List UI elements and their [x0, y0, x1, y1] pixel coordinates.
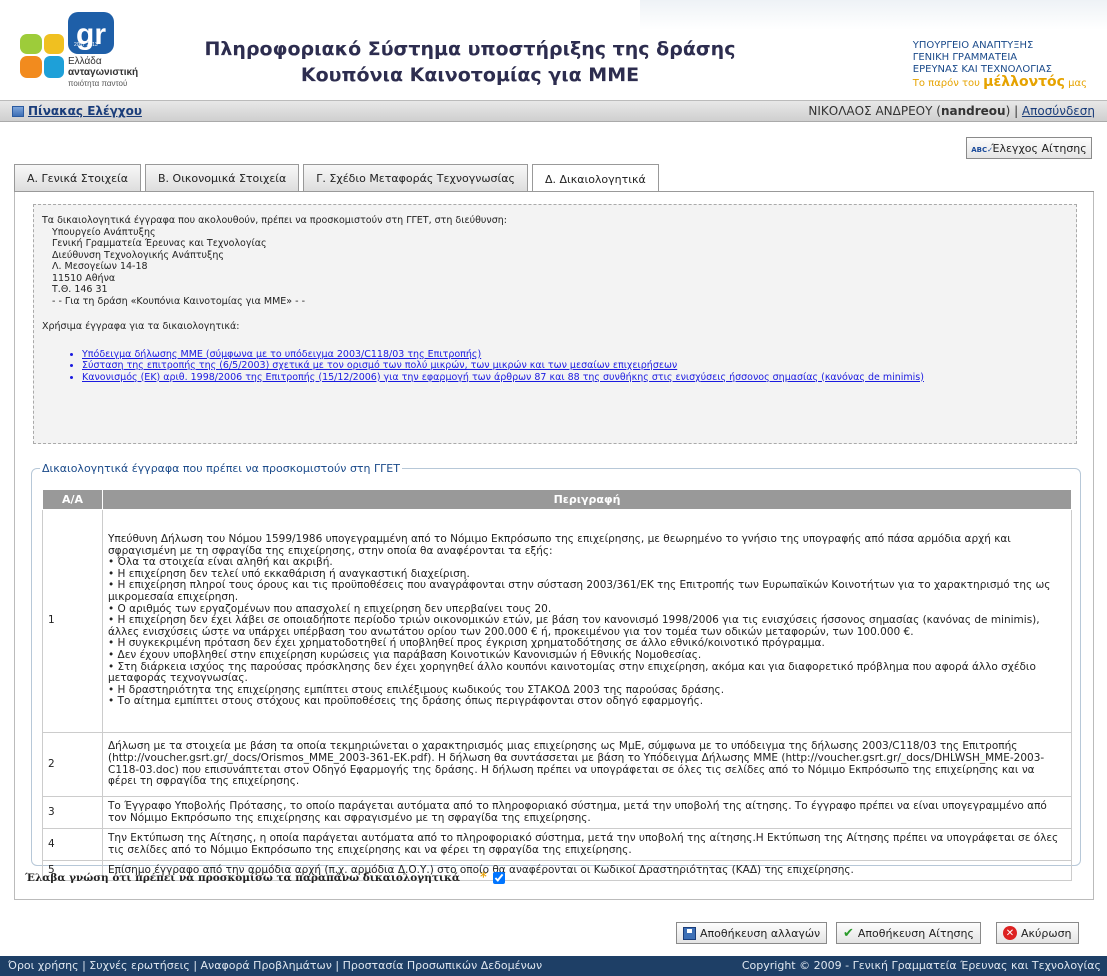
row-desc: Υπεύθυνη Δήλωση του Νόμου 1599/1986 υπογ…: [102, 509, 1072, 733]
cancel-button[interactable]: ✕ Ακύρωση: [996, 922, 1079, 944]
footer-link-terms[interactable]: Όροι χρήσης: [8, 959, 79, 972]
tab-general[interactable]: Α. Γενικά Στοιχεία: [14, 164, 141, 192]
acknowledgement: Έλαβα γνώση ότι πρέπει να προσκομίσω τα …: [25, 870, 505, 885]
useful-doc-link[interactable]: Κανονισμός (ΕΚ) αριθ. 1998/2006 της Επιτ…: [82, 372, 1068, 384]
required-docs-legend: Δικαιολογητικά έγγραφα που πρέπει να προ…: [42, 462, 400, 475]
ministry-line-2: ΓΕΝΙΚΗ ΓΡΑΜΜΑΤΕΙΑ: [912, 52, 1018, 63]
useful-docs-list: Υπόδειγμα δήλωσης ΜΜΕ (σύμφωνα με το υπό…: [42, 349, 1068, 384]
logo-line-2: ανταγωνιστική: [68, 67, 139, 78]
useful-doc-link[interactable]: Σύσταση της επιτροπής της (6/5/2003) σχε…: [82, 360, 1068, 372]
ministry-line-1: ΥΠΟΥΡΓΕΙΟ ΑΝΑΠΤΥΞΗΣ: [912, 40, 1034, 51]
tab-bar: Α. Γενικά Στοιχεία Β. Οικονομικά Στοιχεί…: [14, 164, 663, 193]
row-desc: Το Έγγραφο Υποβολής Πρότασης, το οποίο π…: [102, 796, 1072, 829]
row-num: 3: [42, 796, 103, 829]
save-changes-label: Αποθήκευση αλλαγών: [700, 926, 821, 940]
tagline-prefix: Το παρόν του: [912, 78, 980, 89]
table-header-row: Α/Α Περιγραφή: [42, 489, 1072, 510]
address-block: Υπουργείο Ανάπτυξης Γενική Γραμματεία Έρ…: [42, 227, 1068, 308]
address-line: Λ. Μεσογείων 14-18: [52, 261, 148, 272]
user-info: ΝΙΚΟΛΑΟΣ ΑΝΔΡΕΟΥ (nandreou) | Αποσύνδεση: [808, 104, 1095, 118]
dashboard-icon: [12, 105, 24, 117]
logo-text: Ελλάδα ανταγωνιστική ποιότητα παντού: [68, 56, 138, 89]
checkmark-icon: ✔: [843, 925, 854, 941]
app-title: Πληροφοριακό Σύστημα υποστήριξης της δρά…: [190, 36, 750, 88]
address-line: Διεύθυνση Τεχνολογικής Ανάπτυξης: [52, 249, 224, 261]
info-box: Τα δικαιολογητικά έγγραφα που ακολουθούν…: [33, 204, 1077, 444]
tagline-big: μέλλοντός: [983, 74, 1065, 90]
table-row: 4 Την Εκτύπωση της Αίτησης, η οποία παρά…: [42, 828, 1072, 861]
navbar: Πίνακας Ελέγχου ΝΙΚΟΛΑΟΣ ΑΝΔΡΕΟΥ (nandre…: [0, 100, 1107, 122]
tab-documents[interactable]: Δ. Δικαιολογητικά: [531, 164, 659, 193]
tagline-suffix: μας: [1068, 78, 1087, 89]
tab-transfer-plan[interactable]: Γ. Σχέδιο Μεταφοράς Τεχνογνωσίας: [303, 164, 528, 192]
logo-badge: 2007 2013: [74, 42, 98, 48]
dashboard-label[interactable]: Πίνακας Ελέγχου: [28, 104, 142, 118]
useful-doc-link[interactable]: Υπόδειγμα δήλωσης ΜΜΕ (σύμφωνα με το υπό…: [82, 349, 1068, 361]
footer-copyright: Copyright © 2009 - Γενική Γραμματεία Έρε…: [741, 959, 1101, 972]
logo-line-3: ποιότητα παντού: [68, 79, 128, 88]
table-row: 1 Υπεύθυνη Δήλωση του Νόμου 1599/1986 υπ…: [42, 509, 1072, 733]
header-grid-decoration: [640, 0, 1107, 30]
table-row: 2 Δήλωση με τα στοιχεία με βάση τα οποία…: [42, 732, 1072, 797]
check-application-label: Έλεγχος Αίτησης: [991, 141, 1087, 155]
required-asterisk-icon: *: [479, 870, 487, 885]
footer-link-privacy[interactable]: Προστασία Προσωπικών Δεδομένων: [343, 959, 543, 972]
app-title-line-2: Κουπόνια Καινοτομίας για ΜΜΕ: [300, 64, 640, 86]
required-docs-fieldset: Δικαιολογητικά έγγραφα που πρέπει να προ…: [31, 462, 1081, 881]
dashboard-link[interactable]: Πίνακας Ελέγχου: [12, 104, 142, 118]
col-num-header: Α/Α: [42, 489, 103, 510]
app-title-line-1: Πληροφοριακό Σύστημα υποστήριξης της δρά…: [204, 38, 736, 60]
table-row: 3 Το Έγγραφο Υποβολής Πρότασης, το οποίο…: [42, 796, 1072, 829]
ack-label: Έλαβα γνώση ότι πρέπει να προσκομίσω τα …: [25, 871, 460, 884]
address-line: Υπουργείο Ανάπτυξης: [52, 226, 156, 238]
user-name: ΝΙΚΟΛΑΟΣ ΑΝΔΡΕΟΥ: [808, 104, 933, 118]
row-num: 4: [42, 828, 103, 861]
save-changes-button[interactable]: Αποθήκευση αλλαγών: [676, 922, 828, 944]
footer-link-faq[interactable]: Συχνές ερωτήσεις: [89, 959, 190, 972]
logo-line-1: Ελλάδα: [68, 56, 102, 67]
address-line: 11510 Αθήνα: [52, 272, 116, 284]
ack-checkbox[interactable]: [492, 871, 505, 884]
page-header: gr 2007 2013 Ελλάδα ανταγωνιστική ποιότη…: [0, 0, 1107, 100]
row-num: 1: [42, 509, 103, 733]
row-desc: Την Εκτύπωση της Αίτησης, η οποία παράγε…: [102, 828, 1072, 861]
save-application-button[interactable]: ✔ Αποθήκευση Αίτησης: [836, 922, 981, 944]
address-line: - - Για τη δράση «Κουπόνια Καινοτομίας γ…: [52, 295, 305, 307]
row-num: 2: [42, 732, 103, 797]
footer-link-report[interactable]: Αναφορά Προβλημάτων: [201, 959, 332, 972]
row-desc: Δήλωση με τα στοιχεία με βάση τα οποία τ…: [102, 732, 1072, 797]
cancel-label: Ακύρωση: [1021, 926, 1072, 940]
save-application-label: Αποθήκευση Αίτησης: [857, 926, 974, 940]
cancel-icon: ✕: [1003, 926, 1017, 940]
footer-links: Όροι χρήσης | Συχνές ερωτήσεις | Αναφορά…: [8, 959, 543, 972]
address-line: Γενική Γραμματεία Έρευνας και Τεχνολογία…: [52, 238, 267, 249]
check-application-button[interactable]: ABC✓ Έλεγχος Αίτησης: [966, 137, 1092, 159]
address-line: Τ.Θ. 146 31: [52, 284, 108, 295]
info-intro: Τα δικαιολογητικά έγγραφα που ακολουθούν…: [42, 215, 507, 226]
useful-docs-title: Χρήσιμα έγγραφα για τα δικαιολογητικά:: [42, 321, 240, 332]
user-login: nandreou: [940, 104, 1006, 118]
logout-link[interactable]: Αποσύνδεση: [1022, 104, 1095, 118]
page-footer: Όροι χρήσης | Συχνές ερωτήσεις | Αναφορά…: [0, 956, 1107, 976]
spellcheck-icon: ABC✓: [971, 146, 994, 154]
floppy-disk-icon: [683, 926, 696, 940]
documents-panel: Τα δικαιολογητικά έγγραφα που ακολουθούν…: [14, 192, 1094, 900]
col-desc-header: Περιγραφή: [102, 489, 1072, 510]
user-name-block: ΝΙΚΟΛΑΟΣ ΑΝΔΡΕΟΥ (nandreou): [808, 104, 1015, 118]
ministry-block: ΥΠΟΥΡΓΕΙΟ ΑΝΑΠΤΥΞΗΣ ΓΕΝΙΚΗ ΓΡΑΜΜΑΤΕΙΑ ΕΡ…: [913, 40, 1087, 90]
tab-financial[interactable]: Β. Οικονομικά Στοιχεία: [145, 164, 300, 192]
required-docs-table: Α/Α Περιγραφή 1 Υπεύθυνη Δήλωση του Νόμο…: [42, 489, 1072, 881]
ministry-tagline: Το παρόν του μέλλοντός μας: [912, 74, 1087, 90]
